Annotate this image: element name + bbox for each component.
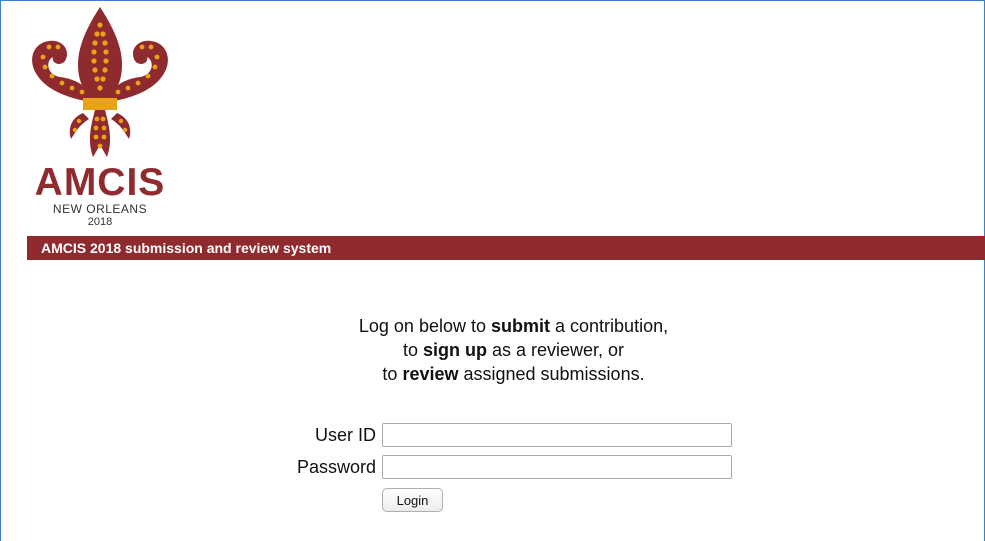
logo-text: AMCIS NEW ORLEANS 2018 — [25, 161, 175, 229]
intro-text: Log on below to submit a contribution, t… — [200, 314, 827, 386]
user-id-row: User ID — [200, 423, 740, 449]
intro-line-1-suffix: a contribution, — [550, 316, 669, 336]
intro-submit-emphasis: submit — [491, 316, 551, 336]
header-banner: AMCIS 2018 submission and review system — [27, 236, 985, 260]
password-row: Password — [200, 455, 740, 481]
intro-line-2: to sign up as a reviewer, or — [200, 338, 827, 362]
intro-signup-emphasis: sign up — [422, 340, 487, 360]
intro-line-2-prefix: to — [402, 340, 423, 360]
intro-line-1-prefix: Log on below to — [358, 316, 491, 336]
user-id-label: User ID — [314, 425, 376, 445]
password-label: Password — [296, 457, 376, 477]
intro-line-1: Log on below to submit a contribution, — [200, 314, 827, 338]
logo-brand: AMCIS — [34, 161, 166, 204]
logo-year: 2018 — [87, 216, 113, 228]
amcis-logo: AMCIS NEW ORLEANS 2018 — [25, 5, 175, 235]
intro-line-3-prefix: to — [382, 364, 403, 384]
fleur-de-lis-icon — [32, 7, 168, 157]
banner-title: AMCIS 2018 submission and review system — [41, 240, 332, 256]
password-input[interactable] — [382, 455, 732, 479]
user-id-input[interactable] — [382, 423, 732, 447]
intro-line-3-suffix: assigned submissions. — [458, 364, 645, 384]
intro-line-2-suffix: as a reviewer, or — [486, 340, 625, 360]
intro-review-emphasis: review — [402, 364, 459, 384]
logo-city: NEW ORLEANS — [52, 202, 148, 216]
login-button[interactable]: Login — [382, 488, 443, 512]
intro-line-3: to review assigned submissions. — [200, 362, 827, 386]
